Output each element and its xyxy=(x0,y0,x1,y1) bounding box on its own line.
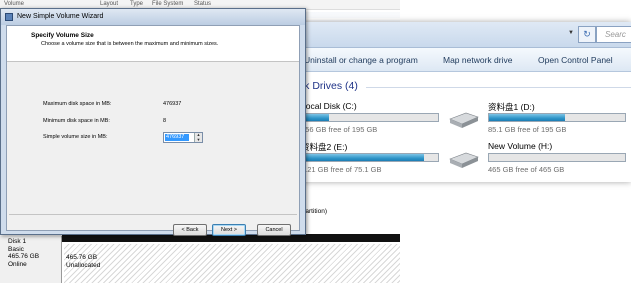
unallocated-label: Unallocated xyxy=(66,262,101,269)
wizard-title-bar[interactable]: New Simple Volume Wizard xyxy=(1,9,305,25)
volume-size-stepper[interactable]: 476937 ▲ ▼ xyxy=(163,132,203,143)
drive-name: Local Disk (C:) xyxy=(301,101,357,111)
unallocated-region[interactable]: 465.76 GB Unallocated xyxy=(64,244,400,283)
drive-usage-bar xyxy=(301,153,439,162)
column-type[interactable]: Type xyxy=(130,1,143,7)
screen: Volume Layout Type File System Status Pa… xyxy=(0,0,631,283)
group-divider xyxy=(366,87,631,88)
back-button[interactable]: < Back xyxy=(173,224,207,236)
max-size-label: Maximum disk space in MB: xyxy=(43,101,112,107)
drive-free-space: 465 GB free of 465 GB xyxy=(488,165,565,174)
drive-name: New Volume (H:) xyxy=(488,141,553,151)
drive-usage-bar xyxy=(488,153,626,162)
disk-size: 465.76 GB xyxy=(8,253,40,260)
disk-type: Basic xyxy=(8,245,24,253)
drive-usage-bar xyxy=(488,113,626,122)
drive-usage-fill xyxy=(302,154,425,161)
address-dropdown-icon[interactable]: ▼ xyxy=(568,30,574,36)
drive-free-space: 7.21 GB free of 75.1 GB xyxy=(301,165,382,174)
disk-1-label[interactable]: Disk 1 Basic 465.76 GB Online xyxy=(0,236,62,283)
open-control-panel-button[interactable]: Open Control Panel xyxy=(538,55,613,65)
wizard-header: Specify Volume Size Choose a volume size… xyxy=(7,26,299,62)
unallocated-size: 465.76 GB xyxy=(66,254,98,261)
wizard-title: New Simple Volume Wizard xyxy=(17,13,104,20)
search-input[interactable]: Searc xyxy=(596,26,631,43)
column-layout[interactable]: Layout xyxy=(100,1,118,7)
disk-name: Disk 1 xyxy=(8,238,27,245)
uninstall-program-button[interactable]: Uninstall or change a program xyxy=(304,55,418,65)
volume-size-label: Simple volume size in MB: xyxy=(43,134,108,140)
drive-free-space: 85.1 GB free of 195 GB xyxy=(488,125,567,134)
drive-usage-bar xyxy=(301,113,439,122)
stepper-arrows-icon[interactable]: ▲ ▼ xyxy=(194,132,202,142)
hard-drive-icon xyxy=(449,152,479,168)
drive-name: 资料盘1 (D:) xyxy=(488,102,535,112)
refresh-icon[interactable]: ↻ xyxy=(578,26,596,43)
drive-free-space: 156 GB free of 195 GB xyxy=(301,125,378,134)
column-file-system[interactable]: File System xyxy=(152,1,183,7)
min-size-label: Minimum disk space in MB: xyxy=(43,118,110,124)
wizard-subheading: Choose a volume size that is between the… xyxy=(41,41,219,47)
column-volume[interactable]: Volume xyxy=(4,1,24,7)
drive-name: 资料盘2 (E:) xyxy=(301,142,348,152)
drive-item-h[interactable]: New Volume (H:) 465 GB free of 465 GB xyxy=(446,140,626,182)
max-size-value: 476937 xyxy=(163,101,182,107)
map-network-drive-button[interactable]: Map network drive xyxy=(443,55,512,65)
drive-usage-fill xyxy=(302,114,330,121)
drive-item-d[interactable]: 资料盘1 (D:) 85.1 GB free of 195 GB xyxy=(446,100,626,142)
cancel-button[interactable]: Cancel xyxy=(257,224,291,236)
button-separator xyxy=(9,214,297,215)
column-status[interactable]: Status xyxy=(194,1,211,7)
wizard-body: Specify Volume Size Choose a volume size… xyxy=(6,25,300,236)
hard-drive-icon xyxy=(449,112,479,128)
disk-status: Online xyxy=(8,260,27,268)
next-button[interactable]: Next > xyxy=(212,224,246,236)
min-size-value: 8 xyxy=(163,118,167,124)
drive-usage-fill xyxy=(489,114,566,121)
wizard-app-icon xyxy=(5,13,13,21)
new-simple-volume-wizard: New Simple Volume Wizard Specify Volume … xyxy=(0,8,306,236)
volume-size-input[interactable]: 476937 xyxy=(165,134,189,141)
wizard-heading: Specify Volume Size xyxy=(31,32,94,39)
